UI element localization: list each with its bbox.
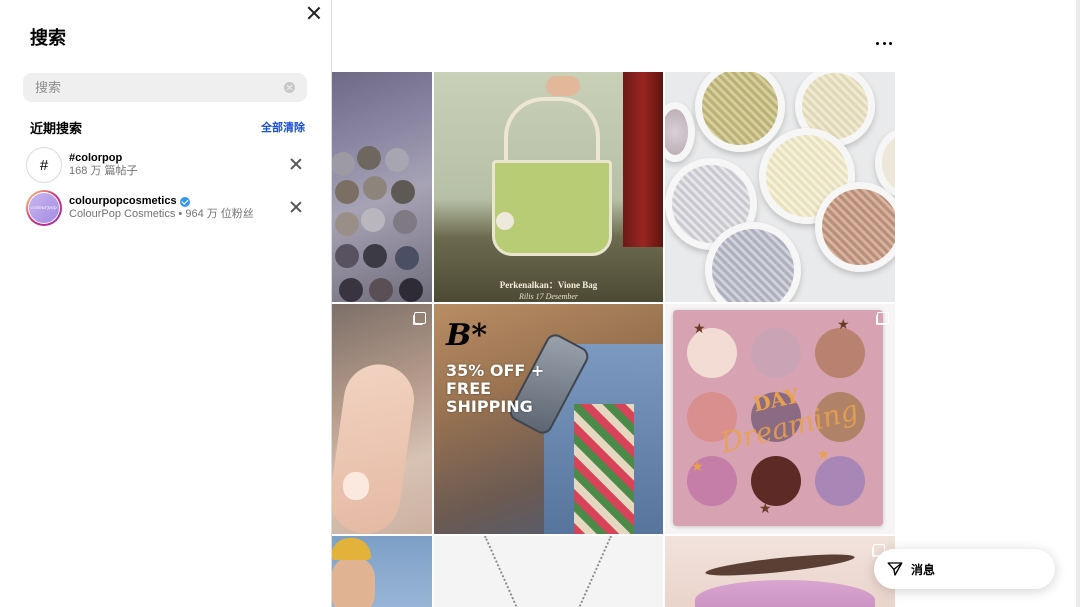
jar: [815, 182, 895, 272]
palette: ★ ★ ★ ★ ★ DAY Dreaming: [673, 310, 883, 526]
panel-title: 搜索: [30, 28, 66, 48]
post-tile-eye-makeup[interactable]: [665, 536, 895, 607]
star-icon: ★: [817, 446, 830, 462]
post-tile-necklace[interactable]: [434, 536, 663, 607]
palette-pan: [361, 208, 385, 232]
star-icon: ★: [693, 320, 706, 336]
jar: [695, 72, 785, 152]
search-box: [23, 73, 307, 102]
remove-icon[interactable]: [290, 201, 302, 213]
palette-pan: [751, 456, 801, 506]
palette-pan: [399, 278, 423, 302]
jar: [705, 222, 801, 302]
eyelid: [695, 580, 875, 607]
star-icon: ★: [837, 316, 850, 332]
verified-badge-icon: [179, 196, 190, 207]
dot: [882, 41, 886, 45]
palette-pan: [815, 328, 865, 378]
messages-button[interactable]: 消息: [874, 549, 1055, 589]
palette-pan: [391, 180, 415, 204]
palette-pan: [385, 148, 409, 172]
result-name: colourpopcosmetics: [69, 195, 177, 207]
face: [331, 556, 375, 607]
recent-searches-heading: 近期搜索: [30, 121, 83, 136]
jar: [665, 102, 695, 162]
palette-pan: [815, 456, 865, 506]
palette-pan: [339, 278, 363, 302]
sweater: [574, 404, 634, 534]
messages-label: 消息: [911, 562, 936, 577]
chain: [577, 536, 612, 607]
palette-pan: [395, 246, 419, 270]
eyebrow: [704, 550, 856, 580]
chain: [484, 536, 519, 607]
bag-caption-date: Rilis 17 Desember: [518, 292, 579, 301]
hashtag-icon: #: [26, 147, 62, 183]
close-icon[interactable]: [306, 5, 322, 21]
post-tile-pink-palette[interactable]: ★ ★ ★ ★ ★ DAY Dreaming: [665, 304, 895, 534]
recent-result-hashtag[interactable]: # #colorpop 168 万 篇帖子: [26, 146, 316, 184]
bag-charm: [496, 212, 514, 230]
page: Perkenalkan：Vione Bag Rilis 17 Desember …: [0, 0, 1080, 607]
result-subtitle: ColourPop Cosmetics • 964 万 位粉丝: [69, 208, 254, 220]
multi-post-icon: [877, 312, 889, 324]
remove-icon[interactable]: [290, 158, 302, 170]
palette-pan: [363, 244, 387, 268]
star-icon: ★: [691, 458, 704, 474]
palette-pan: [369, 278, 393, 302]
palette-pan: [331, 152, 355, 176]
palette-pan: [335, 212, 359, 236]
more-options-icon[interactable]: [876, 36, 892, 50]
curtain: [623, 72, 663, 247]
star-icon: ★: [759, 500, 772, 516]
palette-pan: [357, 146, 381, 170]
recent-result-account[interactable]: colourpop colourpopcosmetics ColourPop C…: [26, 189, 316, 227]
clear-search-icon[interactable]: [284, 82, 295, 93]
result-name: #colorpop: [69, 152, 123, 164]
palette-pan: [335, 180, 359, 204]
clear-all-button[interactable]: 全部清除: [261, 119, 305, 135]
result-name-row: colourpopcosmetics: [69, 195, 254, 208]
post-tile-nails[interactable]: [331, 304, 432, 534]
hand: [546, 76, 580, 96]
palette-pan: [335, 244, 359, 268]
post-tile-promo[interactable]: B* 35% OFF + FREE SHIPPING: [434, 304, 663, 534]
paper-plane-icon: [887, 562, 903, 576]
promo-text: 35% OFF + FREE SHIPPING: [446, 361, 545, 416]
post-tile-green-bag[interactable]: Perkenalkan：Vione Bag Rilis 17 Desember: [434, 72, 663, 302]
result-texts: colourpopcosmetics ColourPop Cosmetics •…: [69, 195, 254, 221]
dot: [876, 41, 879, 45]
post-tile-eyeshadow-palette[interactable]: [331, 72, 432, 302]
hat: [331, 538, 371, 560]
scrollbar-track[interactable]: [1076, 0, 1080, 607]
avatar: colourpop: [26, 190, 62, 226]
result-subtitle: 168 万 篇帖子: [69, 165, 138, 177]
dot: [889, 41, 892, 45]
avatar-image: colourpop: [29, 193, 59, 223]
palette-pan: [751, 328, 801, 378]
finger: [331, 359, 419, 534]
nail: [343, 472, 369, 500]
result-texts: #colorpop 168 万 篇帖子: [69, 152, 137, 178]
search-input[interactable]: [35, 80, 284, 95]
palette-pan: [363, 176, 387, 200]
bag-caption-title: Perkenalkan：Vione Bag: [499, 280, 598, 290]
brand-logo: B*: [446, 318, 488, 353]
bag-body: [492, 160, 612, 256]
post-tile-person[interactable]: [331, 536, 432, 607]
multi-post-icon: [414, 312, 426, 324]
post-grid: Perkenalkan：Vione Bag Rilis 17 Desember …: [331, 72, 895, 607]
palette-pan: [393, 210, 417, 234]
search-panel: 搜索 近期搜索 全部清除 # #colorpop 168 万 篇帖子 colou…: [0, 0, 331, 607]
post-tile-shadow-jars[interactable]: [665, 72, 895, 302]
